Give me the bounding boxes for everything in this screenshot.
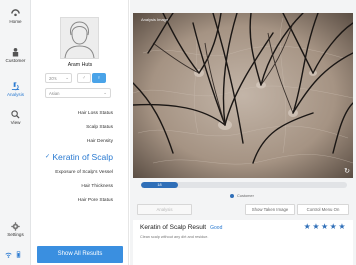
menu-hair-pore-status[interactable]: Hair Pore Status	[78, 198, 113, 203]
rotate-icon[interactable]: ↻	[344, 167, 350, 175]
analysis-icon	[11, 82, 20, 91]
age-value: 20's	[49, 76, 57, 81]
result-description: Clean scalp without any dirt and residue…	[140, 235, 209, 239]
gear-icon	[11, 222, 20, 231]
nav-settings-label: Settings	[7, 232, 24, 237]
battery-icon	[17, 251, 21, 258]
progress-fill: 18	[141, 182, 179, 188]
status-icons	[5, 251, 27, 258]
nav-view-label: View	[10, 120, 21, 125]
analysis-area: Analysis Image ↻ 18 Customer Analysis Sh…	[130, 0, 356, 265]
chevron-down-icon: ⌄	[103, 90, 107, 95]
customer-photo	[60, 17, 99, 59]
wifi-icon	[5, 252, 12, 258]
star-icon: ★	[312, 222, 321, 231]
show-taken-image-button[interactable]: Show Taken Image	[245, 204, 295, 215]
result-progress-bar: 18	[141, 182, 347, 188]
result-title: Keratin of Scalp Result Good	[140, 224, 222, 231]
analysis-button[interactable]: Analysis	[137, 204, 192, 215]
nav-settings[interactable]: Settings	[0, 222, 31, 237]
avatar-silhouette-icon	[64, 21, 95, 59]
ethnicity-value: Asian	[49, 91, 60, 96]
customer-panel: Aram Huts 20's ⌄ ♂ ♀ Asian ⌄ Hair Loss S…	[31, 0, 129, 265]
nav-analysis[interactable]: Analysis	[0, 81, 31, 97]
rating-stars: ★★★★★	[304, 222, 347, 231]
age-select[interactable]: 20's ⌄	[45, 73, 72, 83]
analysis-image: Analysis Image ↻	[133, 13, 353, 178]
image-label: Analysis Image	[141, 17, 169, 22]
nav-home-label: Home	[9, 19, 22, 24]
menu-hair-thickness[interactable]: Hair Thickness	[81, 184, 113, 189]
control-menu-button[interactable]: Control Menu On	[297, 204, 349, 215]
star-icon: ★	[303, 222, 313, 231]
check-icon: ✓	[45, 154, 51, 160]
nav-rail: Home Customer Analysis View Settings	[0, 0, 31, 265]
gender-female-button[interactable]: ♀	[92, 73, 106, 83]
scalp-microscope-image	[133, 13, 353, 178]
nav-customer[interactable]: Customer	[0, 47, 31, 63]
menu-hair-loss-status[interactable]: Hair Loss Status	[78, 111, 113, 116]
show-all-results-button[interactable]: Show All Results	[37, 246, 123, 263]
star-icon: ★	[320, 222, 330, 231]
result-grade: Good	[210, 225, 223, 231]
result-panel: Keratin of Scalp Result Good Clean scalp …	[133, 220, 353, 265]
customer-name: Aram Huts	[67, 62, 93, 68]
menu-keratin-of-scalp[interactable]: Keratin of Scalp	[52, 152, 113, 162]
progress-legend: Customer	[230, 193, 254, 198]
customer-icon	[12, 48, 19, 57]
star-icon: ★	[338, 222, 347, 231]
search-icon	[11, 110, 20, 119]
nav-customer-label: Customer	[5, 58, 26, 63]
menu-scalp-status[interactable]: Scalp Status	[86, 125, 113, 130]
ethnicity-select[interactable]: Asian ⌄	[45, 88, 111, 98]
gender-male-button[interactable]: ♂	[77, 73, 91, 83]
nav-analysis-label: Analysis	[6, 92, 25, 97]
legend-dot-icon	[230, 193, 234, 198]
progress-value-label: 18	[157, 183, 162, 187]
male-icon: ♂	[82, 75, 86, 81]
menu-hair-density[interactable]: Hair Density	[87, 139, 113, 144]
nav-view[interactable]: View	[0, 110, 31, 125]
legend-label: Customer	[237, 193, 254, 198]
chevron-down-icon: ⌄	[65, 75, 69, 80]
result-title-text: Keratin of Scalp Result	[140, 224, 207, 231]
menu-exposure-scalp-vessel[interactable]: Exposure of Scalp's Vessel	[55, 170, 113, 175]
female-icon: ♀	[97, 75, 101, 81]
home-icon	[11, 9, 20, 17]
nav-home[interactable]: Home	[0, 9, 31, 24]
